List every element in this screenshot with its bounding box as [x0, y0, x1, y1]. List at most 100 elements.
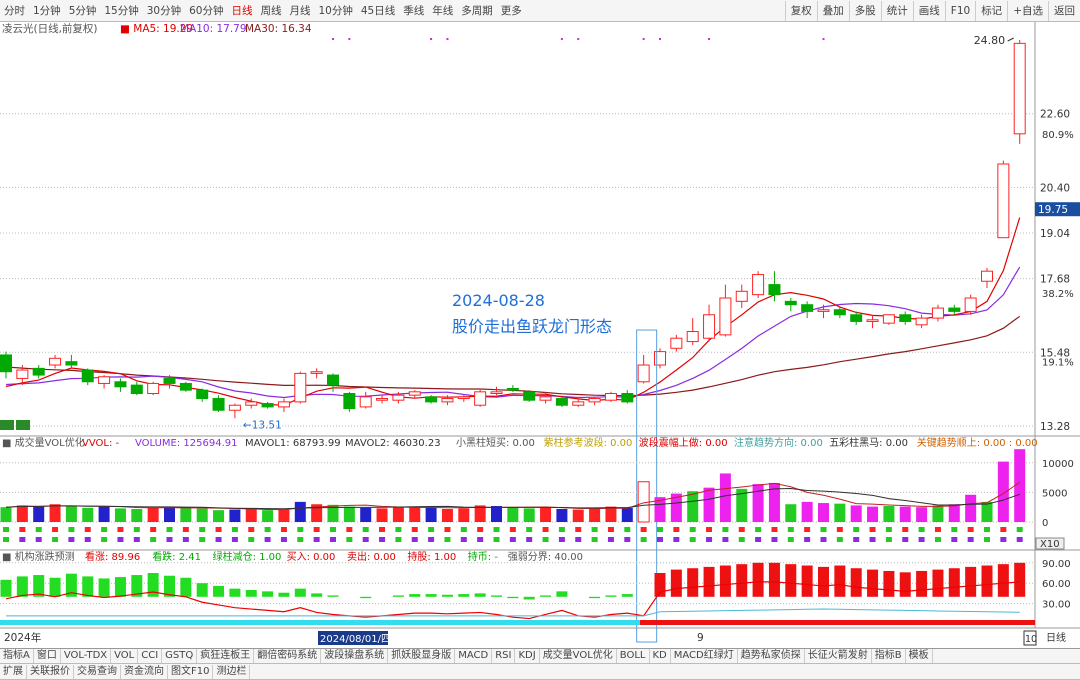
volume-bar-8	[131, 508, 143, 522]
function-tab-0[interactable]: 扩展	[0, 664, 27, 679]
period-tab-14[interactable]: 更多	[497, 1, 526, 21]
year-label: 2024年	[4, 631, 41, 644]
volume-bar-48	[785, 504, 797, 522]
vol-marker-b-19	[313, 537, 320, 542]
indicator-tab-5[interactable]: GSTQ	[162, 649, 198, 663]
indicator-tab-15[interactable]: KD	[650, 649, 671, 663]
vol-marker-b-36	[591, 537, 598, 542]
indicator-tab-0[interactable]: 指标A	[0, 649, 34, 663]
indicator-tab-2[interactable]: VOL-TDX	[61, 649, 112, 663]
indicator-tab-6[interactable]: 疯狂连板王	[197, 649, 255, 663]
candle-body-4	[65, 361, 78, 366]
toolbar-button-0[interactable]: 复权	[784, 0, 817, 21]
vol-marker-b-41	[673, 537, 680, 542]
vol-marker-a-38	[624, 527, 631, 532]
toolbar-button-6[interactable]: 标记	[975, 0, 1007, 21]
cursor-date-label: 2024/08/01/四	[320, 634, 391, 645]
vol-marker-a-11	[182, 527, 189, 532]
indicator-tab-7[interactable]: 翻倍密码系统	[254, 649, 322, 663]
period-tab-3[interactable]: 15分钟	[100, 1, 142, 21]
vol-marker-a-26	[428, 527, 435, 532]
period-tab-10[interactable]: 45日线	[357, 1, 399, 21]
indicator-tab-17[interactable]: 趋势私家侦探	[738, 649, 805, 663]
period-tab-7[interactable]: 周线	[257, 1, 286, 21]
indicator-tab-20[interactable]: 模板	[906, 649, 933, 663]
vol-marker-b-53	[869, 537, 876, 542]
indicator-tab-19[interactable]: 指标B	[872, 649, 906, 663]
vol-marker-a-20	[330, 527, 336, 532]
vol-marker-b-30	[493, 537, 500, 542]
indicator-tab-16[interactable]: MACD红绿灯	[671, 649, 738, 663]
volume-bar-25	[409, 506, 421, 522]
candle-body-7	[114, 381, 127, 388]
indicator-tab-14[interactable]: BOLL	[617, 649, 650, 663]
candle-body-54	[882, 314, 895, 324]
period-tab-2[interactable]: 5分钟	[65, 1, 101, 21]
indicator-tab-3[interactable]: VOL	[111, 649, 139, 663]
volume-bar-16	[262, 510, 274, 522]
period-tab-9[interactable]: 10分钟	[315, 1, 357, 21]
toolbar-button-8[interactable]: 返回	[1048, 0, 1080, 21]
indicator-tab-13[interactable]: 成交量VOL优化	[540, 649, 617, 663]
indicator-tab-12[interactable]: KDJ	[515, 649, 540, 663]
forecast-bar-44	[719, 565, 731, 597]
vol-marker-b-27	[444, 537, 451, 542]
period-tab-13[interactable]: 多周期	[457, 1, 497, 21]
vol-marker-b-10	[166, 537, 173, 542]
function-tab-4[interactable]: 图文F10	[168, 664, 214, 679]
forecast-bar-20	[327, 595, 339, 597]
candle-body-49	[801, 304, 814, 312]
forecast-bar-27	[441, 594, 453, 597]
indicator-tab-9[interactable]: 抓妖股显身版	[388, 649, 456, 663]
forecast-bar-26	[425, 594, 437, 597]
function-tab-1[interactable]: 关联报价	[27, 664, 74, 679]
price-tick-3: 17.68	[1040, 274, 1070, 286]
indicator-tab-8[interactable]: 波段操盘系统	[321, 649, 389, 663]
period-tab-1[interactable]: 1分钟	[29, 1, 65, 21]
indicator-tab-11[interactable]: RSI	[492, 649, 516, 663]
volume-bar-36	[589, 508, 601, 522]
forecast-bar-3	[49, 577, 61, 597]
x10-label: X10	[1040, 539, 1060, 550]
indicator-tab-10[interactable]: MACD	[455, 649, 493, 663]
period-tab-11[interactable]: 季线	[399, 1, 428, 21]
period-tab-4[interactable]: 30分钟	[143, 1, 185, 21]
function-tab-2[interactable]: 交易查询	[74, 664, 121, 679]
volume-bar-38	[621, 507, 633, 522]
toolbar-button-5[interactable]: F10	[944, 0, 975, 21]
volume-bar-22	[360, 507, 372, 522]
toolbar-button-1[interactable]: 叠加	[816, 0, 849, 21]
stock-chart[interactable]: 22.6020.4019.0417.6815.4813.2880.9%38.2%…	[0, 22, 1080, 648]
period-tab-12[interactable]: 年线	[428, 1, 457, 21]
forecast-bar-46	[752, 562, 764, 597]
function-tab-3[interactable]: 资金流向	[121, 664, 168, 679]
period-tab-5[interactable]: 60分钟	[185, 1, 227, 21]
vol-marker-b-48	[787, 537, 794, 542]
pct-tick-1: 38.2%	[1042, 289, 1074, 300]
vol-marker-a-25	[411, 527, 418, 532]
period-tab-0[interactable]: 分时	[0, 1, 29, 21]
candle-body-24	[392, 394, 405, 401]
forecast-bar-55	[899, 572, 911, 597]
forecast-bar-45	[736, 564, 748, 597]
panel-badge-b	[16, 420, 30, 430]
toolbar-button-2[interactable]: 多股	[848, 0, 881, 21]
period-tab-8[interactable]: 月线	[286, 1, 315, 21]
forecast-bar-38	[621, 594, 633, 597]
indicator-tab-1[interactable]: 窗口	[34, 649, 61, 663]
vol-marker-b-3	[52, 537, 59, 542]
vol-marker-a-16	[264, 527, 271, 532]
period-tab-6[interactable]: 日线	[228, 1, 257, 21]
volume-bar-54	[883, 506, 895, 522]
indicator-tab-18[interactable]: 长征火箭发射	[805, 649, 872, 663]
mavol1-label: MAVOL1: 68793.99	[245, 438, 341, 449]
candle-body-45	[735, 290, 748, 302]
toolbar-button-4[interactable]: 画线	[912, 0, 945, 21]
volume-bar-51	[834, 503, 846, 522]
function-tab-5[interactable]: 测边栏	[213, 664, 251, 679]
indicator-tab-4[interactable]: CCI	[138, 649, 163, 663]
toolbar-button-3[interactable]: 统计	[880, 0, 913, 21]
ind-tick-1: 60.00	[1042, 579, 1071, 590]
forecast-bar-15	[245, 590, 257, 597]
toolbar-button-7[interactable]: +自选	[1007, 0, 1048, 21]
